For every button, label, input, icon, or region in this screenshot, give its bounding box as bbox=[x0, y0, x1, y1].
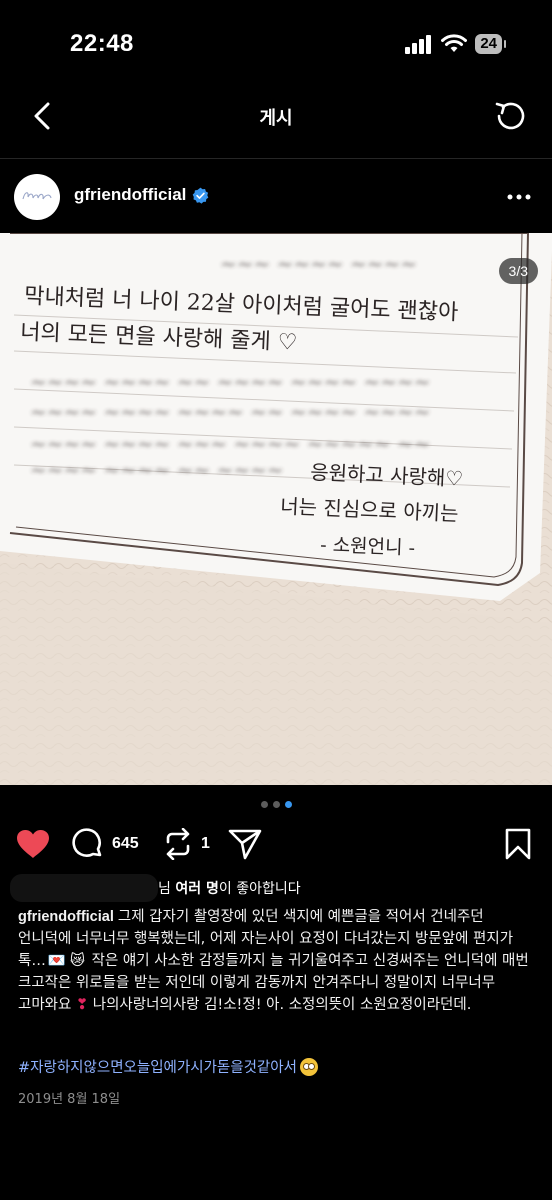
more-options-button[interactable] bbox=[506, 184, 532, 210]
username-row: gfriendofficial bbox=[74, 185, 209, 205]
gfriend-logo bbox=[20, 188, 54, 207]
caption-text-3: 나의사랑너의사랑 김!소!정! 아. 소정의뜻이 소원요정이라던데. bbox=[88, 997, 472, 1013]
avatar[interactable] bbox=[14, 174, 60, 220]
post-image[interactable]: ~~~ ~~~~ ~~~~ ~~~~ ~~~~ ~~ ~~~~ ~~~~ ~~~… bbox=[0, 233, 552, 785]
wifi-icon bbox=[441, 34, 468, 52]
carousel-dot-active bbox=[284, 801, 292, 808]
refresh-icon bbox=[495, 102, 525, 130]
comment-count: 645 bbox=[112, 835, 139, 852]
svg-text:~~~~ ~~~~ ~~~ ~~~~ ~~~~~ ~~: ~~~~ ~~~~ ~~~ ~~~~ ~~~~~ ~~ bbox=[30, 432, 430, 456]
post-username[interactable]: gfriendofficial bbox=[74, 185, 186, 205]
send-icon bbox=[228, 829, 262, 860]
page-title: 게시 bbox=[259, 108, 293, 129]
comment-icon bbox=[72, 828, 102, 857]
like-button[interactable] bbox=[16, 824, 50, 864]
battery-indicator: 24 bbox=[475, 34, 506, 54]
header-divider bbox=[0, 158, 552, 159]
likes-summary[interactable]: 님 여러 명이 좋아합니다 bbox=[10, 874, 301, 902]
heart-filled-icon bbox=[17, 830, 49, 858]
svg-text:~~~~ ~~~~ ~~ ~~~~ ~~~~ ~~~~: ~~~~ ~~~~ ~~ ~~~~ ~~~~ ~~~~ bbox=[30, 370, 430, 394]
svg-text:~~~~ ~~~~ ~~ ~~~~: ~~~~ ~~~~ ~~ ~~~~ bbox=[30, 458, 284, 482]
carousel-dots bbox=[0, 801, 552, 808]
repost-count: 1 bbox=[201, 835, 210, 852]
carousel-dot bbox=[260, 801, 268, 808]
likes-tail: 이 좋아합니다 bbox=[218, 881, 301, 897]
save-button[interactable] bbox=[504, 824, 532, 864]
crying-cat-emoji-icon: 😿 bbox=[69, 953, 86, 969]
signal-icon bbox=[405, 35, 432, 54]
post-header: gfriendofficial bbox=[0, 170, 552, 226]
post-date: 2019년 8월 18일 bbox=[18, 1092, 121, 1107]
svg-text:~~~~ ~~~~ ~~~~ ~~ ~~~~ ~~~~: ~~~~ ~~~~ ~~~~ ~~ ~~~~ ~~~~ bbox=[30, 400, 430, 424]
eye-roll-emoji-icon bbox=[299, 1057, 318, 1076]
status-time: 22:48 bbox=[70, 30, 134, 57]
comment-button[interactable]: 645 bbox=[72, 824, 139, 864]
letter-photo: ~~~ ~~~~ ~~~~ ~~~~ ~~~~ ~~ ~~~~ ~~~~ ~~~… bbox=[0, 233, 552, 785]
refresh-button[interactable] bbox=[492, 98, 528, 134]
likes-bold[interactable]: 여러 명 bbox=[175, 881, 219, 897]
likes-suffix: 님 bbox=[158, 881, 176, 897]
action-bar: 645 1 bbox=[0, 824, 552, 864]
hashtag-link[interactable]: #자랑하지않으면오늘입에가시가돋을것같아서 bbox=[18, 1056, 297, 1077]
post-caption: gfriendofficial 그제 갑자기 촬영장에 있던 색지에 예쁜글을 적… bbox=[18, 906, 538, 1016]
repost-icon bbox=[166, 828, 190, 860]
more-horizontal-icon bbox=[507, 194, 531, 200]
carousel-dot bbox=[272, 801, 280, 808]
hashtag-row: #자랑하지않으면오늘입에가시가돋을것같아서 bbox=[18, 1056, 318, 1077]
heart-exclamation-emoji-icon: ❣ bbox=[75, 997, 89, 1013]
svg-text:~~~ ~~~~ ~~~~: ~~~ ~~~~ ~~~~ bbox=[220, 252, 417, 276]
verified-badge-icon bbox=[193, 187, 209, 204]
image-counter: 3/3 bbox=[498, 258, 538, 284]
bookmark-icon bbox=[505, 828, 531, 860]
caption-username[interactable]: gfriendofficial bbox=[18, 909, 114, 925]
status-bar: 22:48 24 bbox=[0, 0, 552, 90]
nav-bar: 게시 bbox=[0, 90, 552, 142]
share-button[interactable] bbox=[228, 824, 262, 864]
letter-line-5: - 소원언니 - bbox=[320, 534, 416, 559]
status-icons: 24 bbox=[405, 34, 506, 54]
love-letter-emoji-icon: 💌 bbox=[47, 953, 66, 969]
redacted-username bbox=[10, 874, 158, 902]
repost-button[interactable]: 1 bbox=[163, 824, 210, 864]
likes-text: 님 여러 명이 좋아합니다 bbox=[158, 878, 301, 898]
